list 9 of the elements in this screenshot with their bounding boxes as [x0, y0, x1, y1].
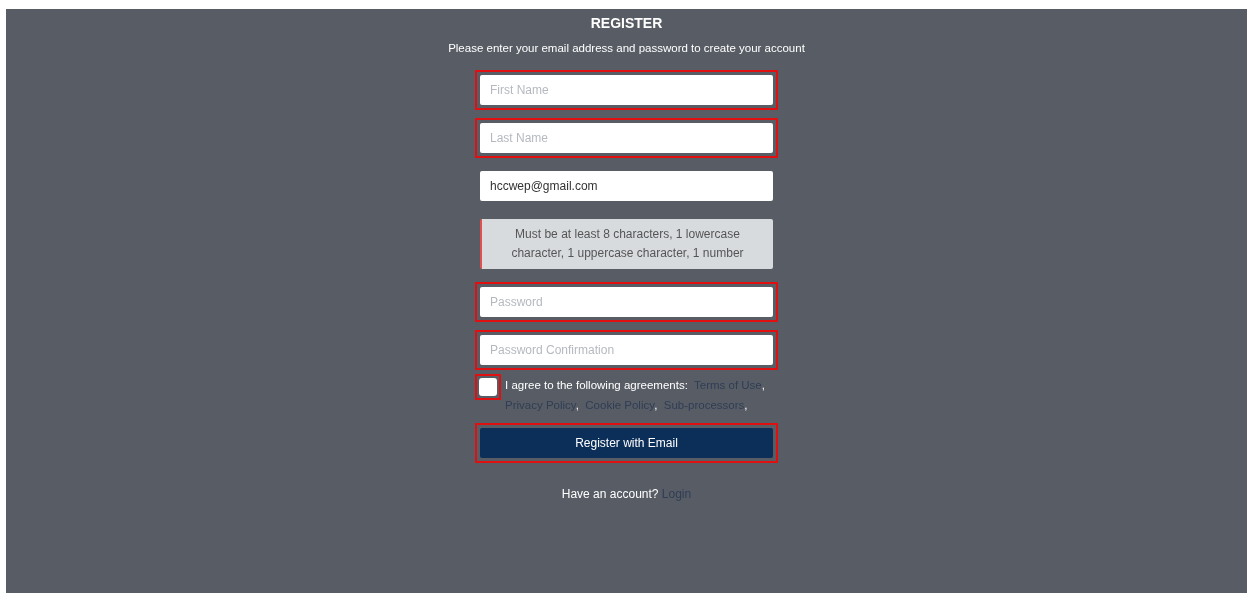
page-title: REGISTER: [590, 15, 663, 31]
password-hint: Must be at least 8 characters, 1 lowercase character, 1 uppercase character, 1 number: [480, 219, 773, 269]
text-field[interactable]: hccwep@gmail.com: [480, 171, 773, 201]
text-field[interactable]: First Name: [480, 75, 773, 105]
text-field[interactable]: Password Confirmation: [480, 335, 773, 365]
text-field[interactable]: Password: [480, 287, 773, 317]
text-field[interactable]: Last Name: [480, 123, 773, 153]
register-button[interactable]: Register with Email: [480, 428, 773, 458]
page-subtitle: Please enter your email address and password to create your account: [448, 42, 805, 54]
